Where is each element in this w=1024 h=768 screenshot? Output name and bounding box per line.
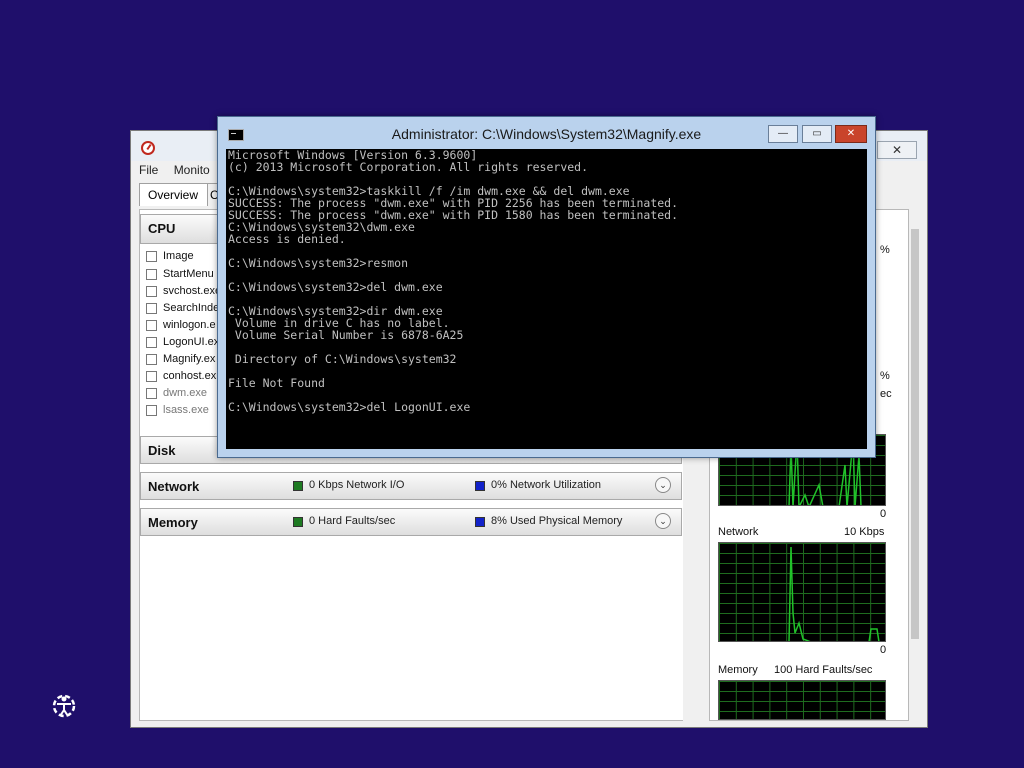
process-name: SearchInde: [163, 302, 220, 314]
memory-graph-scale: 100 Hard Faults/sec: [774, 664, 873, 676]
process-row[interactable]: LogonUI.ex: [146, 336, 219, 353]
process-checkbox[interactable]: [146, 370, 157, 382]
memory-section-header[interactable]: Memory 0 Hard Faults/sec 8% Used Physica…: [140, 508, 682, 536]
image-header-label: Image: [163, 250, 194, 262]
cmd-minimize-button[interactable]: —: [768, 125, 798, 143]
process-row[interactable]: StartMenu: [146, 268, 214, 285]
process-row[interactable]: Magnify.ex: [146, 353, 215, 370]
process-checkbox[interactable]: [146, 353, 157, 365]
cmd-console-area[interactable]: Microsoft Windows [Version 6.3.9600] (c)…: [226, 149, 867, 449]
network-io-legend-swatch: [293, 481, 303, 491]
hard-faults-stat: 0 Hard Faults/sec: [309, 515, 396, 527]
process-row[interactable]: dwm.exe: [146, 387, 207, 404]
network-util-legend-swatch: [475, 481, 485, 491]
network-util-stat: 0% Network Utilization: [491, 479, 602, 491]
image-column-header[interactable]: Image: [146, 250, 194, 267]
used-memory-legend-swatch: [475, 517, 485, 527]
cmd-maximize-button[interactable]: ▭: [802, 125, 832, 143]
process-checkbox[interactable]: [146, 387, 157, 399]
cpu-section-title: CPU: [148, 221, 176, 236]
process-row[interactable]: SearchInde: [146, 302, 219, 319]
process-name: winlogon.e: [163, 319, 216, 331]
cmd-titlebar[interactable]: Administrator: C:\Windows\System32\Magni…: [218, 117, 875, 149]
process-name: svchost.exe: [163, 285, 222, 297]
disk-section-title: Disk: [148, 443, 176, 458]
menu-file[interactable]: File: [139, 163, 158, 177]
network-graph-line: [788, 546, 880, 641]
process-name: LogonUI.ex: [163, 336, 220, 348]
tab-overview[interactable]: Overview: [139, 183, 217, 206]
process-row[interactable]: conhost.ex: [146, 370, 216, 387]
disk-graph-scale-label: ec: [880, 388, 892, 400]
process-checkbox[interactable]: [146, 268, 157, 280]
network-graph-scale: 10 Kbps: [844, 526, 885, 538]
network-graph-label: Network: [718, 526, 759, 538]
process-checkbox[interactable]: [146, 319, 157, 331]
disk-graph-zero: 0: [880, 508, 887, 520]
select-all-checkbox[interactable]: [146, 250, 157, 262]
graph-pane-scrollbar[interactable]: [909, 209, 921, 721]
process-checkbox[interactable]: [146, 285, 157, 297]
cmd-console-output: Microsoft Windows [Version 6.3.9600] (c)…: [228, 148, 679, 414]
resmon-close-button[interactable]: ✕: [877, 141, 917, 159]
process-row[interactable]: lsass.exe: [146, 404, 209, 421]
process-name: dwm.exe: [163, 387, 208, 399]
hard-faults-legend-swatch: [293, 517, 303, 527]
resmon-menubar: File Monito: [139, 163, 222, 181]
menu-monitor[interactable]: Monito: [174, 163, 210, 177]
memory-graph-label: Memory: [718, 664, 758, 676]
network-io-stat: 0 Kbps Network I/O: [309, 479, 405, 491]
memory-graph: [718, 680, 886, 720]
process-row[interactable]: winlogon.e: [146, 319, 216, 336]
network-expand-chevron-icon[interactable]: ⌄: [655, 477, 671, 493]
resmon-app-icon: [141, 141, 155, 155]
memory-section-title: Memory: [148, 515, 198, 530]
ease-of-access-icon[interactable]: [50, 692, 78, 720]
process-name: StartMenu: [163, 268, 214, 280]
network-graph-zero: 0: [880, 644, 887, 656]
network-section-header[interactable]: Network 0 Kbps Network I/O 0% Network Ut…: [140, 472, 682, 500]
used-memory-stat: 8% Used Physical Memory: [491, 515, 623, 527]
graph-pane-scroll-thumb[interactable]: [911, 229, 919, 639]
network-graph: [718, 542, 886, 642]
process-checkbox[interactable]: [146, 336, 157, 348]
process-name: conhost.ex: [163, 370, 217, 382]
process-row[interactable]: svchost.exe: [146, 285, 221, 302]
command-prompt-window[interactable]: Administrator: C:\Windows\System32\Magni…: [217, 116, 876, 458]
process-checkbox[interactable]: [146, 302, 157, 314]
network-section-title: Network: [148, 479, 200, 494]
memory-expand-chevron-icon[interactable]: ⌄: [655, 513, 671, 529]
process-name: Magnify.ex: [163, 353, 216, 365]
cmd-close-button[interactable]: ✕: [835, 125, 867, 143]
cpu-graph-pct-label-bottom: %: [880, 370, 890, 382]
process-checkbox[interactable]: [146, 404, 157, 416]
cpu-graph-pct-label: %: [880, 244, 890, 256]
process-name: lsass.exe: [163, 404, 209, 416]
